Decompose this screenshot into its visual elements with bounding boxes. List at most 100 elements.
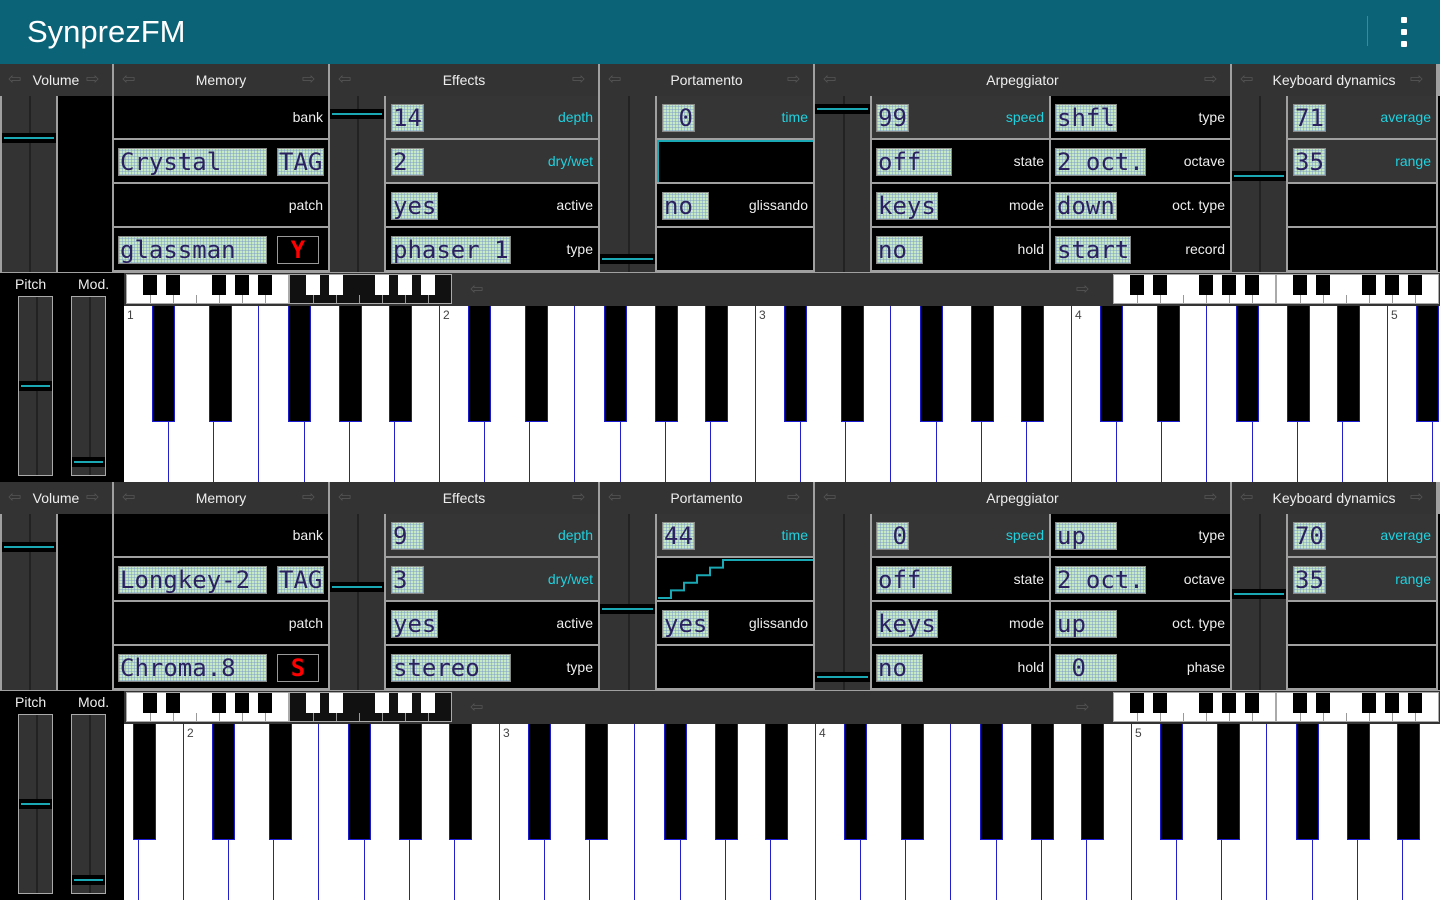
black-key[interactable] — [399, 724, 422, 840]
black-key[interactable] — [765, 724, 788, 840]
slider-handle[interactable] — [72, 457, 105, 467]
arp-value[interactable]: 2 oct. — [1055, 148, 1146, 176]
slider-handle[interactable] — [600, 254, 655, 264]
mini-keyboard-octave[interactable] — [1276, 274, 1439, 304]
effects-row-depth[interactable]: 9 depth — [386, 514, 598, 556]
white-key[interactable] — [169, 306, 215, 482]
slider-handle[interactable] — [19, 799, 52, 809]
arp-row-speed[interactable]: 99 speed — [872, 96, 1049, 138]
black-key[interactable] — [152, 306, 175, 422]
arp-value[interactable]: 99 — [876, 104, 909, 132]
white-key[interactable] — [801, 306, 847, 482]
black-key[interactable] — [1081, 724, 1104, 840]
dynamics-value[interactable]: 35 — [1293, 566, 1326, 594]
white-key[interactable] — [229, 724, 275, 900]
black-key[interactable] — [901, 724, 924, 840]
prev-arrow-icon[interactable]: ⇦ — [608, 72, 626, 88]
mod-wheel[interactable] — [72, 297, 105, 475]
black-key[interactable] — [705, 306, 728, 422]
black-key[interactable] — [1347, 724, 1370, 840]
slider-handle[interactable] — [600, 604, 655, 614]
next-arrow-icon[interactable]: ⇨ — [86, 490, 104, 506]
black-key[interactable] — [1021, 306, 1044, 422]
dynamics-value[interactable]: 35 — [1293, 148, 1326, 176]
mini-keyboard-octave[interactable] — [126, 692, 289, 722]
effects-value[interactable]: 14 — [391, 104, 424, 132]
black-key[interactable] — [133, 724, 156, 840]
black-key[interactable] — [844, 724, 867, 840]
slider-handle[interactable] — [815, 672, 870, 682]
mod-wheel[interactable] — [72, 715, 105, 893]
effects-row-drywet[interactable]: 2 dry/wet — [386, 140, 598, 182]
black-key[interactable] — [604, 306, 627, 422]
arp-value[interactable]: up — [1055, 522, 1117, 550]
portamento-slider[interactable] — [600, 96, 655, 272]
arp-value[interactable]: keys — [876, 192, 938, 220]
bank-row[interactable]: bank — [114, 96, 328, 138]
arp-row-octtype[interactable]: down oct. type — [1051, 184, 1230, 226]
mini-keyboard-octave[interactable] — [1276, 692, 1439, 722]
dynamics-empty-row[interactable] — [1288, 184, 1436, 226]
slider-handle[interactable] — [2, 133, 56, 143]
bank-name-row[interactable]: Crystal TAG — [114, 140, 328, 182]
effects-row-drywet[interactable]: 3 dry/wet — [386, 558, 598, 600]
prev-arrow-icon[interactable]: ⇦ — [823, 72, 841, 88]
glissando-row[interactable]: no glissando — [657, 184, 813, 226]
arp-row-state[interactable]: off state — [872, 140, 1049, 182]
slider-handle[interactable] — [815, 104, 870, 114]
slider-handle[interactable] — [72, 875, 105, 885]
black-key[interactable] — [664, 724, 687, 840]
next-arrow-icon[interactable]: ⇨ — [1204, 72, 1222, 88]
arp-row-type[interactable]: up type — [1051, 514, 1230, 556]
scroll-right-arrow-icon[interactable]: ⇨ — [1076, 282, 1094, 298]
black-key[interactable] — [528, 724, 551, 840]
arp-value[interactable]: 0 — [876, 522, 909, 550]
arp-value[interactable]: off — [876, 148, 953, 176]
keyboard-dynamics-slider[interactable] — [1232, 514, 1286, 690]
scroll-left-arrow-icon[interactable]: ⇦ — [470, 282, 488, 298]
dynamics-empty-row[interactable] — [1288, 228, 1436, 270]
black-key[interactable] — [525, 306, 548, 422]
dynamics-value[interactable]: 70 — [1293, 522, 1326, 550]
pitch-wheel[interactable] — [19, 297, 52, 475]
portamento-empty-row[interactable] — [657, 646, 813, 688]
prev-arrow-icon[interactable]: ⇦ — [608, 490, 626, 506]
prev-arrow-icon[interactable]: ⇦ — [122, 490, 140, 506]
prev-arrow-icon[interactable]: ⇦ — [122, 72, 140, 88]
black-key[interactable] — [920, 306, 943, 422]
arp-value[interactable]: down — [1055, 192, 1117, 220]
dynamics-value[interactable]: 71 — [1293, 104, 1326, 132]
portamento-slider[interactable] — [600, 514, 655, 690]
next-arrow-icon[interactable]: ⇨ — [86, 72, 104, 88]
effects-slider[interactable] — [330, 514, 384, 690]
dynamics-row-range[interactable]: 35 range — [1288, 140, 1436, 182]
black-key[interactable] — [468, 306, 491, 422]
effects-row-active[interactable]: yes active — [386, 602, 598, 644]
next-arrow-icon[interactable]: ⇨ — [572, 72, 590, 88]
arp-row-octave[interactable]: 2 oct. octave — [1051, 558, 1230, 600]
black-key[interactable] — [585, 724, 608, 840]
patch-name-display[interactable]: Chroma.8 — [118, 654, 267, 682]
arp-value[interactable]: keys — [876, 610, 938, 638]
portamento-time-row[interactable]: 0 time — [657, 96, 813, 138]
black-key[interactable] — [971, 306, 994, 422]
black-key[interactable] — [1236, 306, 1259, 422]
black-key[interactable] — [715, 724, 738, 840]
black-key[interactable] — [1160, 724, 1183, 840]
overflow-menu-icon[interactable] — [1392, 14, 1416, 50]
bank-row[interactable]: bank — [114, 514, 328, 556]
white-key[interactable] — [1117, 306, 1163, 482]
black-key[interactable] — [339, 306, 362, 422]
arp-row-hold[interactable]: no hold — [872, 228, 1049, 270]
arp-value[interactable]: no — [876, 654, 924, 682]
black-key[interactable] — [1157, 306, 1180, 422]
prev-arrow-icon[interactable]: ⇦ — [8, 72, 26, 88]
black-key[interactable] — [655, 306, 678, 422]
arp-value[interactable]: 2 oct. — [1055, 566, 1146, 594]
black-key[interactable] — [1217, 724, 1240, 840]
effects-value[interactable]: 3 — [391, 566, 424, 594]
mini-keyboard-visible-range[interactable] — [289, 274, 452, 304]
dynamics-row-average[interactable]: 70 average — [1288, 514, 1436, 556]
arp-row-octtype[interactable]: up oct. type — [1051, 602, 1230, 644]
tag-button[interactable]: TAG — [277, 148, 325, 176]
